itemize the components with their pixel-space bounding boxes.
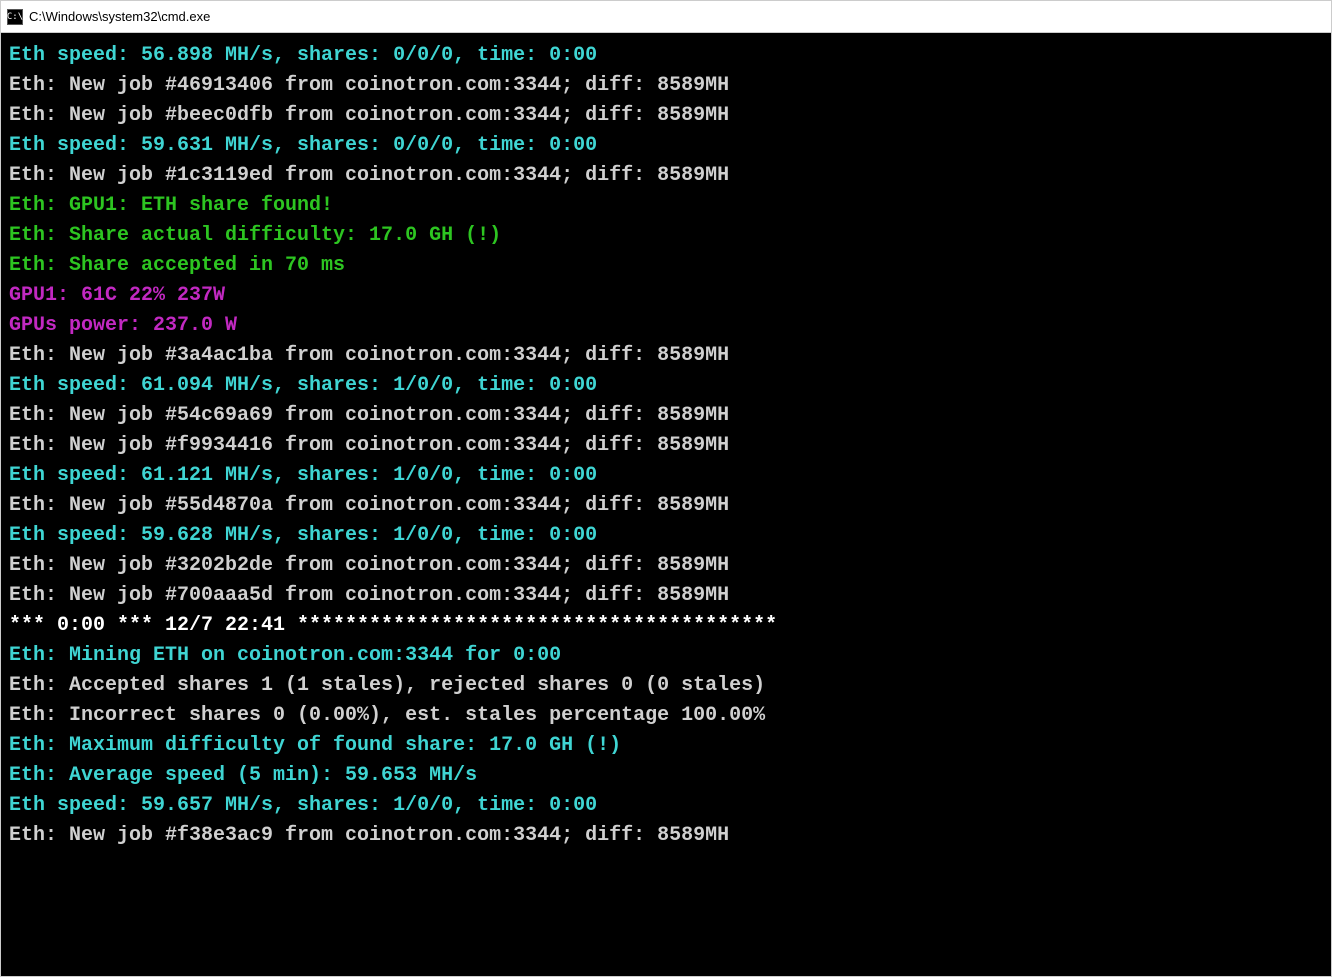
terminal-line: Eth speed: 59.628 MH/s, shares: 1/0/0, t… (9, 521, 1323, 551)
terminal-line: Eth: New job #beec0dfb from coinotron.co… (9, 101, 1323, 131)
terminal-output[interactable]: Eth speed: 56.898 MH/s, shares: 0/0/0, t… (1, 33, 1331, 976)
terminal-line: Eth: New job #1c3119ed from coinotron.co… (9, 161, 1323, 191)
terminal-line: Eth speed: 56.898 MH/s, shares: 0/0/0, t… (9, 41, 1323, 71)
terminal-line: Eth: New job #46913406 from coinotron.co… (9, 71, 1323, 101)
terminal-line: Eth: New job #3a4ac1ba from coinotron.co… (9, 341, 1323, 371)
terminal-line: GPUs power: 237.0 W (9, 311, 1323, 341)
terminal-line: Eth: New job #54c69a69 from coinotron.co… (9, 401, 1323, 431)
terminal-line: Eth: Share actual difficulty: 17.0 GH (!… (9, 221, 1323, 251)
terminal-line: *** 0:00 *** 12/7 22:41 ****************… (9, 611, 1323, 641)
terminal-line: Eth: New job #3202b2de from coinotron.co… (9, 551, 1323, 581)
terminal-line: Eth: Accepted shares 1 (1 stales), rejec… (9, 671, 1323, 701)
window-title: C:\Windows\system32\cmd.exe (29, 9, 210, 24)
cmd-window: C:\ C:\Windows\system32\cmd.exe Eth spee… (0, 0, 1332, 977)
titlebar[interactable]: C:\ C:\Windows\system32\cmd.exe (1, 1, 1331, 33)
terminal-line: Eth: New job #700aaa5d from coinotron.co… (9, 581, 1323, 611)
terminal-line: Eth speed: 61.121 MH/s, shares: 1/0/0, t… (9, 461, 1323, 491)
terminal-line: Eth: New job #f38e3ac9 from coinotron.co… (9, 821, 1323, 851)
terminal-line: Eth: Average speed (5 min): 59.653 MH/s (9, 761, 1323, 791)
terminal-line: Eth: Maximum difficulty of found share: … (9, 731, 1323, 761)
terminal-line: Eth: GPU1: ETH share found! (9, 191, 1323, 221)
terminal-line: Eth: Incorrect shares 0 (0.00%), est. st… (9, 701, 1323, 731)
terminal-line: Eth: New job #55d4870a from coinotron.co… (9, 491, 1323, 521)
terminal-line: Eth: New job #f9934416 from coinotron.co… (9, 431, 1323, 461)
terminal-line: Eth: Mining ETH on coinotron.com:3344 fo… (9, 641, 1323, 671)
terminal-line: Eth speed: 59.657 MH/s, shares: 1/0/0, t… (9, 791, 1323, 821)
cmd-icon: C:\ (7, 9, 23, 25)
terminal-line: Eth speed: 61.094 MH/s, shares: 1/0/0, t… (9, 371, 1323, 401)
terminal-line: Eth speed: 59.631 MH/s, shares: 0/0/0, t… (9, 131, 1323, 161)
terminal-line: GPU1: 61C 22% 237W (9, 281, 1323, 311)
terminal-line: Eth: Share accepted in 70 ms (9, 251, 1323, 281)
